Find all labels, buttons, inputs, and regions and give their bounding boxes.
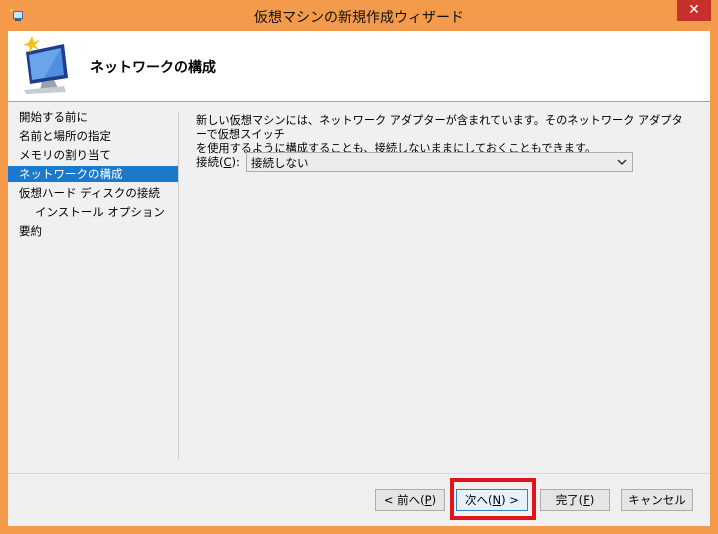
page-title: ネットワークの構成 xyxy=(90,60,216,76)
wizard-steps-nav: 開始する前に 名前と場所の指定 メモリの割り当て ネットワークの構成 仮想ハード… xyxy=(8,109,178,461)
nav-item-memory[interactable]: メモリの割り当て xyxy=(8,147,178,163)
header-divider xyxy=(8,101,710,102)
finish-button-prefix: 完了( xyxy=(555,493,584,507)
nav-item-install-options[interactable]: インストール オプション xyxy=(8,204,178,220)
connection-select[interactable]: 接続しない xyxy=(246,152,633,172)
nav-item-before-you-begin[interactable]: 開始する前に xyxy=(8,109,178,125)
connection-label: 接続(C): xyxy=(196,154,240,170)
cancel-button[interactable]: キャンセル xyxy=(621,489,693,511)
next-button-highlight xyxy=(450,478,536,520)
finish-button[interactable]: 完了(F) xyxy=(540,489,610,511)
nav-item-summary[interactable]: 要約 xyxy=(8,223,178,239)
new-vm-monitor-icon xyxy=(23,36,68,94)
nav-item-name-location[interactable]: 名前と場所の指定 xyxy=(8,128,178,144)
back-button-accel: P xyxy=(424,493,432,507)
back-button[interactable]: < 前へ(P) xyxy=(375,489,445,511)
nav-divider xyxy=(178,113,179,460)
footer-divider xyxy=(8,473,710,474)
description-line-1: 新しい仮想マシンには、ネットワーク アダプターが含まれています。そのネットワーク… xyxy=(196,114,683,141)
finish-button-suffix: ) xyxy=(589,493,595,507)
back-button-suffix: ) xyxy=(431,493,437,507)
finish-button-accel: F xyxy=(583,493,590,507)
connection-select-value: 接続しない xyxy=(251,156,309,170)
back-button-prefix: < 前へ( xyxy=(383,493,425,507)
nav-item-virtual-disk[interactable]: 仮想ハード ディスクの接続 xyxy=(8,185,178,201)
close-button[interactable]: ✕ xyxy=(677,0,711,21)
nav-item-networking[interactable]: ネットワークの構成 xyxy=(8,166,178,182)
network-description: 新しい仮想マシンには、ネットワーク アダプターが含まれています。そのネットワーク… xyxy=(196,114,691,156)
wizard-window: 仮想マシンの新規作成ウィザード ✕ ネットワークの構成 開始する前に 名前と場所… xyxy=(0,0,718,534)
wizard-client: ネットワークの構成 開始する前に 名前と場所の指定 メモリの割り当て ネットワー… xyxy=(8,31,710,526)
connection-label-prefix: 接続( xyxy=(196,155,224,169)
chevron-down-icon xyxy=(617,159,627,166)
title-bar[interactable]: 仮想マシンの新規作成ウィザード ✕ xyxy=(0,0,718,32)
wizard-header: ネットワークの構成 xyxy=(8,31,710,101)
connection-label-accel: C xyxy=(223,155,232,169)
connection-label-suffix: ): xyxy=(231,155,240,169)
window-title: 仮想マシンの新規作成ウィザード xyxy=(254,10,464,26)
